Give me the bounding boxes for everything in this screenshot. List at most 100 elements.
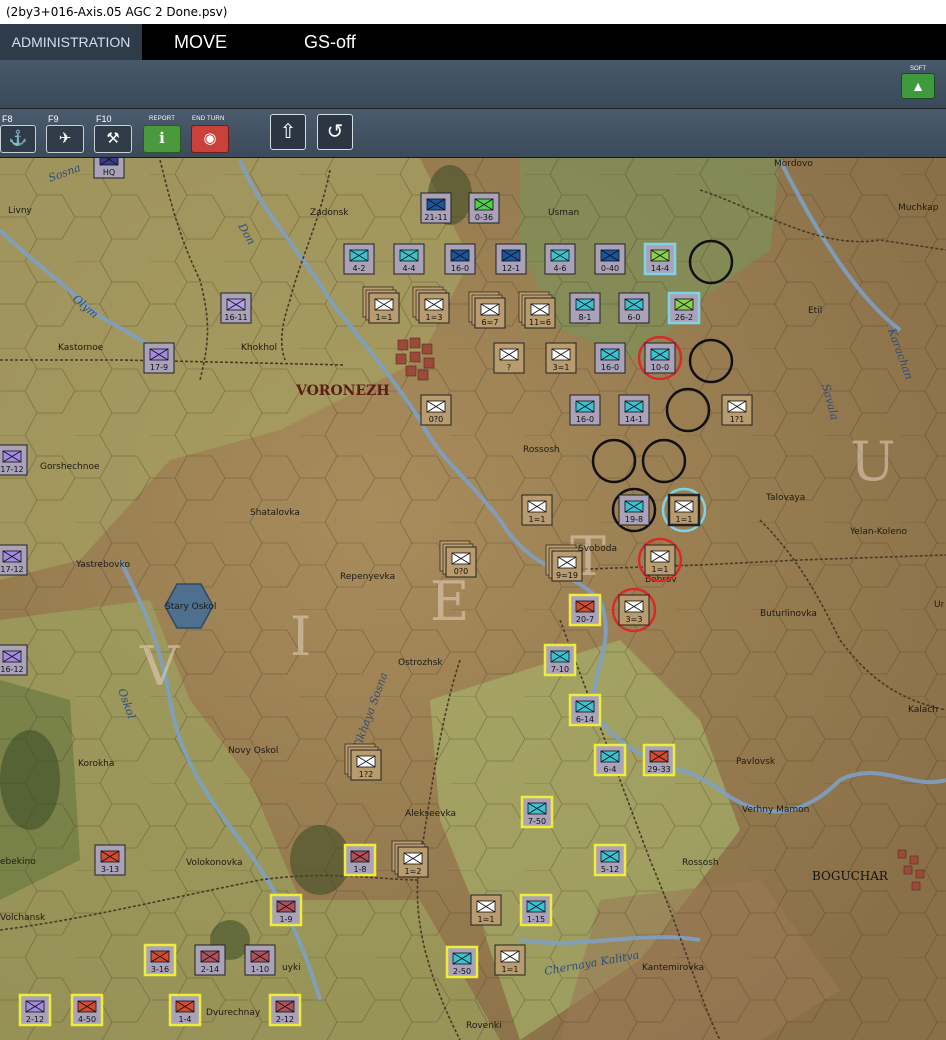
unit-counter[interactable]: ? — [493, 342, 525, 374]
unit-strength: 9=19 — [556, 571, 578, 580]
town-dvurechnay: Dvurechnay — [206, 1008, 261, 1018]
artillery-button[interactable]: ⚓ — [0, 125, 36, 153]
menu-move[interactable]: MOVE — [174, 24, 227, 60]
unit-strength: 17-9 — [150, 363, 168, 372]
unit-counter[interactable]: 19-8 — [611, 487, 657, 533]
unit-counter[interactable]: 2-50 — [445, 945, 479, 979]
unit-counter[interactable]: 1-8 — [343, 843, 377, 877]
menu-administration[interactable]: ADMINISTRATION — [0, 24, 142, 60]
unit-strength: 0?0 — [454, 567, 468, 576]
unit-counter[interactable]: 1-9 — [269, 893, 303, 927]
unit-counter[interactable]: 16-0 — [444, 243, 476, 275]
unit-counter[interactable]: 1-15 — [519, 893, 553, 927]
town-stary-oskol: Stary Oskol — [165, 602, 216, 612]
unit-counter[interactable]: 2-12 — [268, 993, 302, 1027]
unit-strength: 3=3 — [626, 615, 643, 624]
undo-button[interactable]: ↺ — [317, 114, 353, 150]
town-livny: Livny — [8, 206, 33, 216]
town-rossosh: Rossosh — [682, 858, 719, 868]
unit-counter[interactable]: 6-14 — [568, 693, 602, 727]
town-muchkap: Muchkap — [898, 203, 939, 213]
arrow-up-button[interactable]: ⇧ — [270, 114, 306, 150]
unit-counter[interactable]: 0?0 — [439, 540, 477, 578]
unit-counter[interactable]: 21-11 — [420, 192, 452, 224]
engineer-button[interactable]: ⚒ — [94, 125, 132, 153]
unit-counter[interactable]: 10-0 — [637, 335, 683, 381]
unit-counter[interactable]: 26-2 — [667, 291, 701, 325]
unit-strength: 6-14 — [576, 715, 594, 724]
unit-counter[interactable]: 0-36 — [468, 192, 500, 224]
city-boguchar: BOGUCHAR — [812, 869, 889, 883]
unit-counter[interactable]: 16-12 — [0, 644, 28, 676]
unit-counter[interactable]: 0?0 — [420, 394, 452, 426]
unit-counter[interactable]: 1=1 — [637, 537, 683, 583]
unit-counter[interactable]: 4-4 — [393, 243, 425, 275]
unit-counter[interactable]: 3=1 — [545, 342, 577, 374]
unit-counter[interactable]: 4-2 — [343, 243, 375, 275]
unit-strength: 14-4 — [651, 264, 669, 273]
unit-counter[interactable]: HQ — [93, 158, 125, 179]
unit-counter[interactable]: 1-10 — [244, 944, 276, 976]
record-icon: ◉ — [203, 130, 217, 147]
front-letter-e: E — [430, 570, 469, 633]
hex-map[interactable]: V I E T U Sosna Don Olym Oskol Karachan … — [0, 158, 946, 1040]
unit-counter[interactable]: 16-11 — [220, 292, 252, 324]
unit-counter[interactable]: 3-13 — [94, 844, 126, 876]
unit-counter[interactable]: 7-10 — [543, 643, 577, 677]
unit-counter[interactable]: 1=1 — [494, 944, 526, 976]
unit-counter[interactable]: 16-0 — [594, 342, 626, 374]
unit-counter[interactable]: 17-12 — [0, 444, 28, 476]
report-button[interactable]: ℹ — [143, 125, 181, 153]
undo-icon: ↺ — [326, 121, 344, 143]
unit-strength: 1-10 — [251, 965, 269, 974]
unit-counter[interactable]: 14-4 — [643, 242, 677, 276]
unit-counter[interactable]: 6-0 — [618, 292, 650, 324]
air-strike-button[interactable]: ✈ — [46, 125, 84, 153]
unit-counter[interactable]: 11=6 — [518, 291, 556, 329]
unit-counter[interactable]: 20-7 — [568, 593, 602, 627]
unit-counter[interactable]: 1=1 — [661, 487, 707, 533]
town-pavlovsk: Pavlovsk — [736, 757, 776, 767]
unit-counter[interactable]: 5-12 — [593, 843, 627, 877]
unit-counter[interactable]: 1=1 — [521, 494, 553, 526]
unit-counter[interactable]: 1=2 — [391, 840, 429, 878]
unit-counter[interactable]: 1=3 — [412, 286, 450, 324]
unit-counter[interactable]: 2-14 — [194, 944, 226, 976]
town-novy-oskol: Novy Oskol — [228, 746, 278, 756]
unit-counter[interactable]: 29-33 — [642, 743, 676, 777]
unit-counter[interactable]: 3-16 — [143, 943, 177, 977]
unit-counter[interactable]: 17-9 — [143, 342, 175, 374]
unit-counter[interactable]: 1=1 — [362, 286, 400, 324]
town-ostrozhsk: Ostrozhsk — [398, 658, 443, 668]
water-drop-icon[interactable]: ▲ — [901, 73, 935, 99]
unit-strength: 17-12 — [0, 465, 23, 474]
unit-counter[interactable]: 2-12 — [18, 993, 52, 1027]
town-alekseevka: Alekseevka — [405, 809, 456, 819]
unit-counter[interactable]: 0-40 — [594, 243, 626, 275]
unit-counter[interactable]: 4-6 — [544, 243, 576, 275]
unit-counter[interactable]: 1?2 — [344, 743, 382, 781]
unit-counter[interactable]: 1=1 — [470, 894, 502, 926]
unit-counter[interactable]: 1-4 — [168, 993, 202, 1027]
unit-counter[interactable]: 6=7 — [468, 291, 506, 329]
town-ur: Ur — [934, 600, 945, 610]
end-turn-button[interactable]: ◉ — [191, 125, 229, 153]
unit-strength: 16-0 — [451, 264, 469, 273]
unit-counter[interactable]: 12-1 — [495, 243, 527, 275]
unit-counter[interactable]: 14-1 — [618, 394, 650, 426]
unit-strength: 1-15 — [527, 915, 545, 924]
unit-counter[interactable]: 17-12 — [0, 544, 28, 576]
unit-counter[interactable]: 7-50 — [520, 795, 554, 829]
unit-strength: 1-8 — [353, 865, 366, 874]
unit-counter[interactable]: 1?1 — [721, 394, 753, 426]
town-rossosh-north: Rossosh — [523, 445, 560, 455]
unit-counter[interactable]: 6-4 — [593, 743, 627, 777]
menu-gs-off[interactable]: GS-off — [304, 24, 356, 60]
unit-counter[interactable]: 8-1 — [569, 292, 601, 324]
unit-counter[interactable]: 16-0 — [569, 394, 601, 426]
unit-counter[interactable]: 3=3 — [611, 587, 657, 633]
unit-strength: 16-0 — [576, 415, 594, 424]
unit-strength: 1=1 — [502, 965, 519, 974]
unit-counter[interactable]: 4-50 — [70, 993, 104, 1027]
unit-counter[interactable]: 9=19 — [545, 544, 583, 582]
